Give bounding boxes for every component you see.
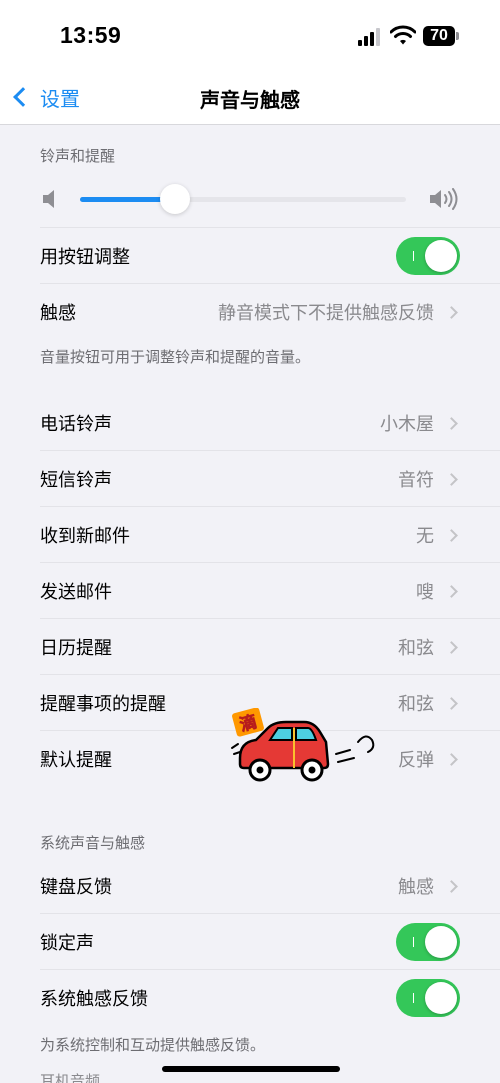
car-icon: 滴 [231,707,375,782]
tone-row[interactable]: 收到新邮件 无 [0,507,500,563]
tone-value: 反弹 [398,750,434,771]
system-footer-note: 为系统控制和互动提供触感反馈。 [40,1036,266,1054]
adjust-with-buttons-toggle[interactable] [396,237,460,275]
wifi-icon [390,25,416,45]
haptics-row[interactable]: 触感 静音模式下不提供触感反馈 [0,284,500,340]
tone-value: 和弦 [398,638,434,659]
cellular-signal-icon [358,28,384,46]
chevron-right-icon [445,416,458,430]
tone-value: 无 [416,526,434,547]
chevron-right-icon [445,305,458,319]
tone-value: 音符 [398,470,434,491]
tone-label: 电话铃声 [40,414,112,435]
tone-label: 日历提醒 [40,638,112,659]
chevron-right-icon [445,696,458,710]
tone-row[interactable]: 电话铃声 小木屋 [0,395,500,451]
section-header-ringer: 铃声和提醒 [40,147,116,165]
volume-slider-thumb[interactable] [159,184,190,214]
haptics-label: 触感 [40,303,76,324]
system-haptics-row: 系统触感反馈 [0,970,500,1026]
section-header-headphone-audio: 耳机音频 [40,1072,101,1083]
tone-row[interactable]: 日历提醒 和弦 [0,619,500,675]
keyboard-feedback-label: 键盘反馈 [40,877,112,898]
volume-slider[interactable] [80,184,406,214]
tone-label: 短信铃声 [40,470,112,491]
tone-value: 和弦 [398,694,434,715]
adjust-with-buttons-row: 用按钮调整 [0,228,500,284]
section-header-system: 系统声音与触感 [40,834,146,852]
status-time: 13:59 [60,22,122,48]
page-title: 声音与触感 [200,88,300,112]
speaker-low-icon [43,190,54,208]
keyboard-feedback-row[interactable]: 键盘反馈 触感 [0,858,500,914]
ringer-footer-note: 音量按钮可用于调整铃声和提醒的音量。 [40,348,311,366]
system-group: 键盘反馈 触感 锁定声 系统触感反馈 [0,858,500,1026]
chevron-right-icon [445,472,458,486]
car-sticker: 滴 [228,707,388,788]
lock-sound-toggle[interactable] [396,923,460,961]
status-bar: 13:59 70 [0,0,500,72]
chevron-right-icon [445,528,458,542]
tone-label: 默认提醒 [40,750,112,771]
adjust-with-buttons-label: 用按钮调整 [40,247,130,268]
navigation-bar: 设置 声音与触感 [0,72,500,125]
haptics-value: 静音模式下不提供触感反馈 [218,303,434,324]
tone-label: 收到新邮件 [40,526,130,547]
system-haptics-toggle[interactable] [396,979,460,1017]
speaker-high-icon [430,188,458,210]
tone-label: 提醒事项的提醒 [40,694,166,715]
chevron-right-icon [445,752,458,766]
ringer-volume-row [0,170,500,228]
ringer-group: 用按钮调整 触感 静音模式下不提供触感反馈 [0,170,500,340]
tone-row[interactable]: 发送邮件 嗖 [0,563,500,619]
chevron-right-icon [445,879,458,893]
battery-icon: 70 [423,26,459,46]
keyboard-feedback-value: 触感 [398,877,434,898]
tone-row[interactable]: 短信铃声 音符 [0,451,500,507]
system-haptics-label: 系统触感反馈 [40,989,148,1010]
lock-sound-row: 锁定声 [0,914,500,970]
lock-sound-label: 锁定声 [40,933,94,954]
home-indicator[interactable] [162,1066,340,1072]
chevron-right-icon [445,640,458,654]
tone-label: 发送邮件 [40,582,112,603]
chevron-right-icon [445,584,458,598]
tone-value: 小木屋 [380,414,434,435]
tone-value: 嗖 [416,582,434,603]
